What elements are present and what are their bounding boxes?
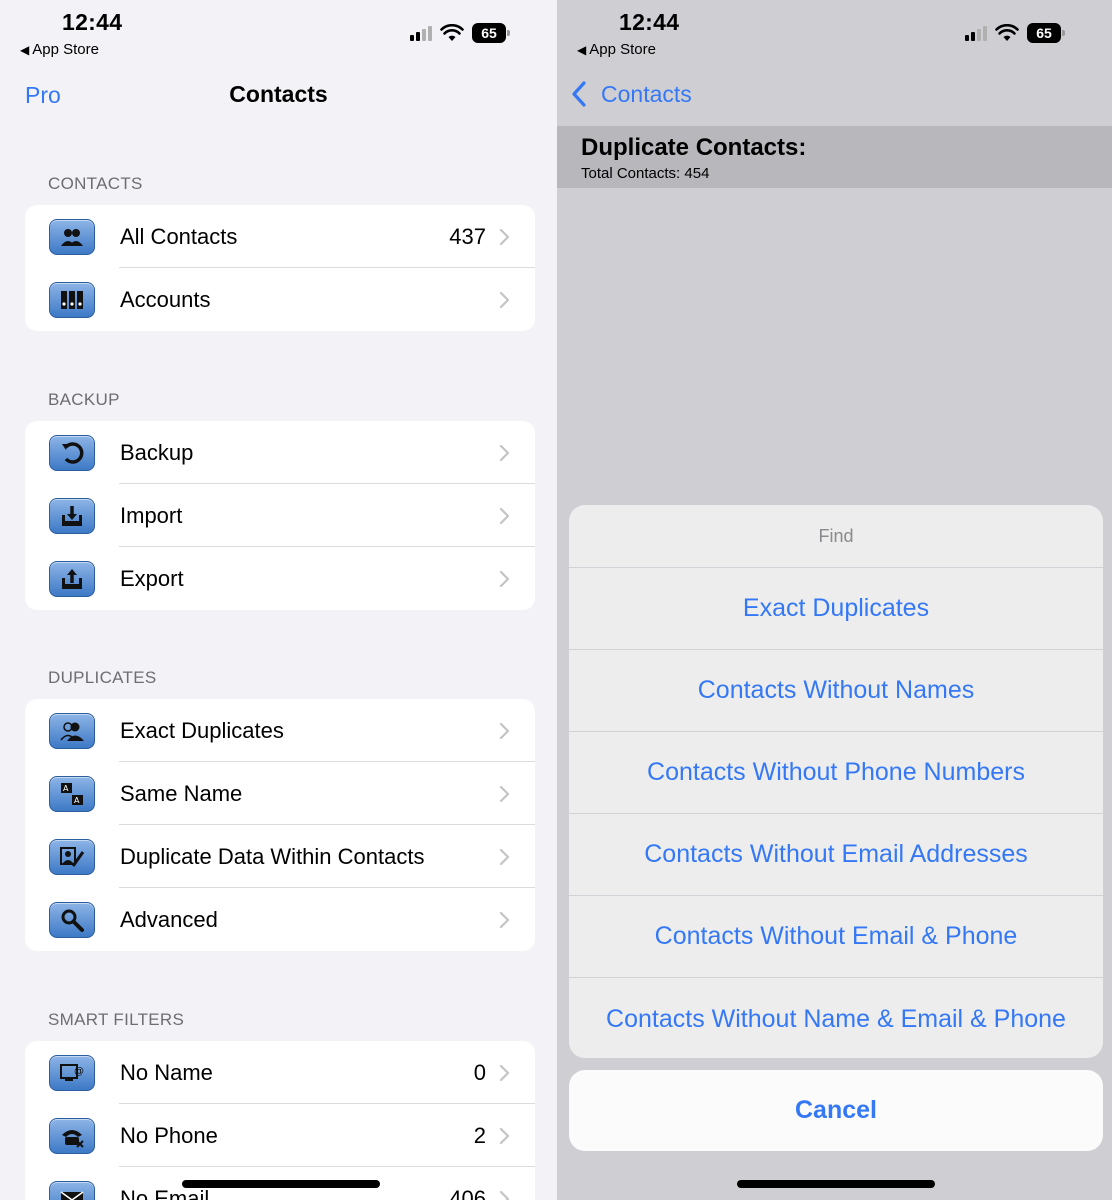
- status-icons: 65: [410, 21, 510, 45]
- contacts-screen: 12:44 ◀ App Store 65 Pro Contacts CONTACT…: [0, 0, 557, 1200]
- duplicates-title: Duplicate Contacts:: [581, 134, 807, 161]
- chevron-right-icon: [499, 1064, 510, 1082]
- list-item[interactable]: All Contacts 437: [25, 205, 535, 268]
- binders-icon: [49, 282, 95, 318]
- no-email-icon: [49, 1181, 95, 1200]
- exact-duplicates-option[interactable]: Exact Duplicates: [569, 568, 1103, 650]
- back-triangle-icon: ◀: [577, 43, 587, 57]
- back-to-app-link[interactable]: ◀ App Store: [20, 41, 99, 58]
- magnifier-icon: [49, 902, 95, 938]
- chevron-right-icon: [499, 722, 510, 740]
- chevron-left-icon: [572, 81, 586, 107]
- no-phone-icon: [49, 1118, 95, 1154]
- list-item-label: Import: [120, 502, 183, 528]
- back-app-label: App Store: [32, 41, 99, 58]
- back-app-label: App Store: [589, 41, 656, 58]
- list-item-label: Backup: [120, 439, 194, 465]
- back-triangle-icon: ◀: [20, 43, 30, 57]
- list-item-label: Advanced: [120, 906, 218, 932]
- cellular-signal-icon: [410, 25, 432, 41]
- without-email-option[interactable]: Contacts Without Email Addresses: [569, 814, 1103, 896]
- home-indicator: [737, 1180, 935, 1188]
- chevron-right-icon: [499, 1127, 510, 1145]
- without-names-option[interactable]: Contacts Without Names: [569, 650, 1103, 732]
- action-sheet-title: Find: [569, 505, 1103, 568]
- chevron-right-icon: [499, 1190, 510, 1200]
- list-item[interactable]: Exact Duplicates: [25, 699, 535, 762]
- no-name-icon: @: [49, 1055, 95, 1091]
- svg-text:A: A: [74, 796, 80, 805]
- wifi-icon: [440, 24, 464, 41]
- list-item-label: All Contacts: [120, 223, 238, 249]
- chevron-right-icon: [499, 228, 510, 246]
- list-item-label: Same Name: [120, 780, 243, 806]
- back-to-app-link[interactable]: ◀ App Store: [577, 41, 656, 58]
- cellular-signal-icon: [965, 25, 987, 41]
- list-item[interactable]: No Phone 2: [25, 1104, 535, 1167]
- list-item-label: No Name: [120, 1059, 213, 1085]
- section-header: CONTACTS: [48, 174, 143, 193]
- list-item[interactable]: Duplicate Data Within Contacts: [25, 825, 535, 888]
- export-icon: [49, 561, 95, 597]
- wifi-icon: [995, 24, 1019, 41]
- list-item-label: No Phone: [120, 1122, 218, 1148]
- without-phone-option[interactable]: Contacts Without Phone Numbers: [569, 732, 1103, 814]
- home-indicator: [182, 1180, 380, 1188]
- list-item[interactable]: Import: [25, 484, 535, 547]
- list-item-label: Accounts: [120, 286, 211, 312]
- battery-icon: 65: [1027, 23, 1065, 43]
- list-item-label: Exact Duplicates: [120, 717, 284, 743]
- settings-group: Backup Import Export: [25, 421, 535, 610]
- without-email-phone-option[interactable]: Contacts Without Email & Phone: [569, 896, 1103, 978]
- list-item-label: Export: [120, 565, 184, 591]
- contacts-icon: [49, 219, 95, 255]
- section-header: SMART FILTERS: [48, 1010, 185, 1029]
- page-title: Contacts: [229, 81, 328, 107]
- duplicate-person-icon: [49, 713, 95, 749]
- section-header: DUPLICATES: [48, 668, 157, 687]
- svg-text:@: @: [74, 1066, 84, 1077]
- duplicate-data-icon: [49, 839, 95, 875]
- list-item-count: 2: [473, 1122, 486, 1148]
- list-item[interactable]: A A Same Name: [25, 762, 535, 825]
- chevron-right-icon: [499, 570, 510, 588]
- list-item-count: 406: [449, 1185, 486, 1200]
- cancel-button[interactable]: Cancel: [569, 1070, 1103, 1151]
- backup-icon: [49, 435, 95, 471]
- list-item[interactable]: Accounts: [25, 268, 535, 331]
- total-contacts-label: Total Contacts: 454: [581, 165, 710, 182]
- chevron-right-icon: [499, 911, 510, 929]
- settings-group: @ No Name 0 No Phone 2 No Email 406: [25, 1041, 535, 1200]
- list-item-label: Duplicate Data Within Contacts: [120, 843, 425, 869]
- list-item-count: 0: [473, 1059, 486, 1085]
- chevron-right-icon: [499, 848, 510, 866]
- list-item[interactable]: Backup: [25, 421, 535, 484]
- settings-group: All Contacts 437 Accounts: [25, 205, 535, 331]
- back-button[interactable]: Contacts: [569, 80, 692, 108]
- status-icons: 65: [965, 21, 1065, 45]
- same-name-icon: AA: [49, 776, 95, 812]
- status-time: 12:44: [619, 9, 680, 35]
- chevron-right-icon: [499, 291, 510, 309]
- chevron-right-icon: [499, 785, 510, 803]
- section-header: BACKUP: [48, 390, 120, 409]
- svg-text:A: A: [63, 784, 69, 793]
- import-icon: [49, 498, 95, 534]
- duplicates-header: Duplicate Contacts: Total Contacts: 454: [557, 126, 1112, 188]
- settings-group: Exact Duplicates A A Same Name Duplicate Dat…: [25, 699, 535, 951]
- duplicates-screen: 12:44 ◀ App Store 65 Contacts Duplicate C…: [557, 0, 1112, 1200]
- chevron-right-icon: [499, 444, 510, 462]
- without-name-email-phone-option[interactable]: Contacts Without Name & Email & Phone: [569, 978, 1103, 1058]
- list-item-count: 437: [449, 223, 486, 249]
- status-time: 12:44: [62, 9, 123, 35]
- list-item[interactable]: Export: [25, 547, 535, 610]
- battery-icon: 65: [472, 23, 510, 43]
- back-button-label: Contacts: [601, 80, 692, 107]
- chevron-right-icon: [499, 507, 510, 525]
- find-action-sheet: Find Exact Duplicates Contacts Without N…: [569, 505, 1103, 1058]
- list-item[interactable]: @ No Name 0: [25, 1041, 535, 1104]
- list-item[interactable]: Advanced: [25, 888, 535, 951]
